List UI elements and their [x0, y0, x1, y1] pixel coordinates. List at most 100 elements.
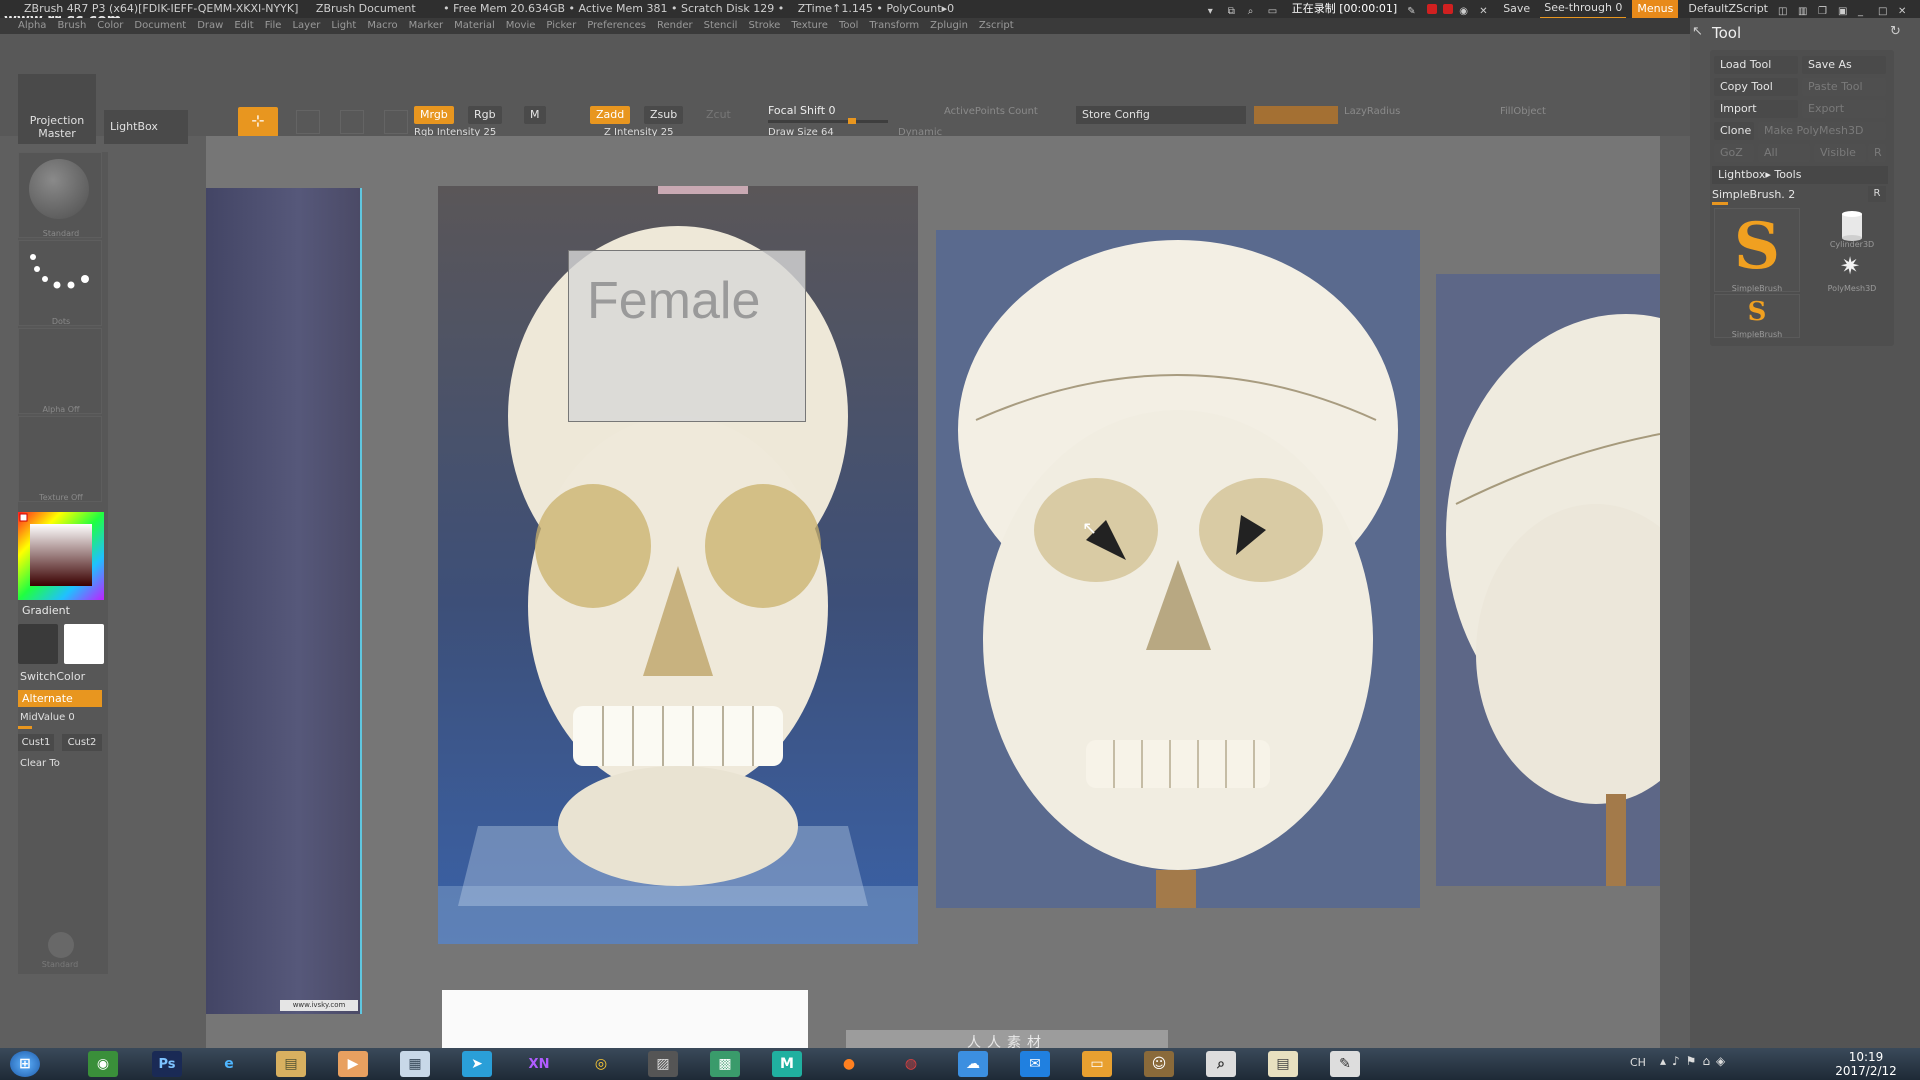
simplebrush-thumb[interactable]: S: [1714, 208, 1800, 292]
zadd-button[interactable]: Zadd: [590, 106, 631, 124]
current-tool-handle[interactable]: [1712, 202, 1728, 205]
photoshop-icon[interactable]: Ps: [152, 1051, 182, 1077]
mrgb-button[interactable]: Mrgb: [414, 106, 454, 124]
menu-movie[interactable]: Movie: [506, 20, 536, 31]
focal-shift-slider[interactable]: Focal Shift 0: [768, 104, 836, 117]
map-icon[interactable]: ▩: [710, 1051, 740, 1077]
browser-green-icon[interactable]: ◉: [88, 1051, 118, 1077]
menu-stencil[interactable]: Stencil: [704, 20, 738, 31]
lightbox-button[interactable]: LightBox: [104, 110, 188, 144]
goz-button[interactable]: GoZ: [1714, 144, 1754, 162]
see-through-slider[interactable]: See-through 0: [1540, 0, 1627, 18]
menu-zscript[interactable]: Zscript: [979, 20, 1014, 31]
chrome2-icon[interactable]: ◍: [896, 1051, 926, 1077]
layout-icon[interactable]: ◫: [1778, 3, 1792, 17]
restore-icon[interactable]: ⧉: [1228, 3, 1242, 17]
lock-icon[interactable]: ▣: [1838, 3, 1852, 17]
clock[interactable]: 10:19 2017/2/12: [1820, 1050, 1912, 1078]
close-recording-icon[interactable]: ✕: [1479, 3, 1493, 17]
folder-icon[interactable]: ▭: [1082, 1051, 1112, 1077]
layout2-icon[interactable]: ▥: [1798, 3, 1812, 17]
cloud-icon[interactable]: ☁: [958, 1051, 988, 1077]
fill-object-button[interactable]: FillObject: [1500, 106, 1546, 117]
alternate-button[interactable]: Alternate: [18, 690, 102, 707]
polymesh3d-star-icon[interactable]: ✷: [1840, 252, 1860, 280]
save-button[interactable]: Save: [1499, 0, 1534, 18]
frame-icon[interactable]: ▭: [1268, 3, 1282, 17]
goz-all-button[interactable]: All: [1758, 144, 1810, 162]
menus-button[interactable]: Menus: [1632, 0, 1679, 18]
projection-master-button[interactable]: Projection Master: [18, 74, 96, 144]
stop-button[interactable]: [1443, 4, 1454, 14]
scale-icon[interactable]: [340, 110, 364, 134]
palette-pin-icon[interactable]: ↖: [1692, 24, 1703, 39]
search-app-icon[interactable]: ⌕: [1206, 1051, 1236, 1077]
import-button[interactable]: Import: [1714, 100, 1798, 118]
alpha-slot[interactable]: Alpha Off: [18, 328, 102, 414]
camera-icon[interactable]: ◉: [1459, 3, 1473, 17]
main-color-swatch[interactable]: [18, 624, 58, 664]
record-button[interactable]: [1427, 4, 1438, 14]
menu-draw[interactable]: Draw: [197, 20, 223, 31]
menu-transform[interactable]: Transform: [869, 20, 919, 31]
menu-material[interactable]: Material: [454, 20, 495, 31]
xnview-icon[interactable]: XN: [524, 1051, 554, 1077]
menu-light[interactable]: Light: [331, 20, 356, 31]
clear-to-button[interactable]: Clear To: [20, 758, 60, 769]
goz-r-button[interactable]: R: [1868, 144, 1886, 162]
focal-shift-track[interactable]: [768, 120, 888, 123]
menu-layer[interactable]: Layer: [292, 20, 320, 31]
m-button[interactable]: M: [524, 106, 546, 124]
lazymouse-button[interactable]: [1254, 106, 1338, 124]
make-polymesh-button[interactable]: Make PolyMesh3D: [1758, 122, 1886, 140]
language-indicator[interactable]: CH: [1630, 1056, 1646, 1069]
bird-icon[interactable]: ✉: [1020, 1051, 1050, 1077]
user-icon[interactable]: ☺: [1144, 1051, 1174, 1077]
m-app-icon[interactable]: M: [772, 1051, 802, 1077]
start-button-icon[interactable]: ⊞: [10, 1051, 40, 1077]
draw-mode-button[interactable]: ⊹: [238, 107, 278, 137]
lightbox-tools-button[interactable]: Lightbox▸ Tools: [1712, 166, 1888, 184]
firefox-icon[interactable]: ●: [834, 1051, 864, 1077]
focal-shift-handle[interactable]: [848, 118, 856, 124]
arrow-app-icon[interactable]: ➤: [462, 1051, 492, 1077]
search-icon[interactable]: ⌕: [1248, 3, 1262, 17]
move-icon[interactable]: [296, 110, 320, 134]
menu-stroke[interactable]: Stroke: [748, 20, 780, 31]
brush-slot[interactable]: Standard: [18, 152, 102, 238]
maximize-icon[interactable]: □: [1878, 3, 1892, 17]
secondary-color-swatch[interactable]: [64, 624, 104, 664]
menu-alpha[interactable]: Alpha: [18, 20, 46, 31]
standard-brush-icon[interactable]: [48, 932, 74, 958]
export-button[interactable]: Export: [1802, 100, 1886, 118]
dropdown-icon[interactable]: ▾: [1208, 3, 1222, 17]
close-icon[interactable]: ✕: [1898, 3, 1912, 17]
paste-tool-button[interactable]: Paste Tool: [1802, 78, 1886, 96]
menu-tool[interactable]: Tool: [839, 20, 858, 31]
tool-palette-title[interactable]: Tool: [1712, 24, 1741, 42]
menu-brush[interactable]: Brush: [57, 20, 86, 31]
menu-document[interactable]: Document: [134, 20, 186, 31]
zbrush-task-icon[interactable]: ▨: [648, 1051, 678, 1077]
load-tool-button[interactable]: Load Tool: [1714, 56, 1798, 74]
menu-preferences[interactable]: Preferences: [587, 20, 646, 31]
minimize-icon[interactable]: _: [1858, 3, 1872, 17]
mid-value-handle[interactable]: [18, 726, 32, 729]
pen-icon[interactable]: ✎: [1407, 3, 1421, 17]
menu-edit[interactable]: Edit: [234, 20, 253, 31]
cust2-button[interactable]: Cust2: [62, 734, 102, 751]
menu-color[interactable]: Color: [97, 20, 123, 31]
ie-icon[interactable]: e: [214, 1051, 244, 1077]
menu-marker[interactable]: Marker: [409, 20, 444, 31]
explorer-icon[interactable]: ▤: [276, 1051, 306, 1077]
system-tray-icons[interactable]: ▴♪⚑⌂◈: [1660, 1054, 1731, 1068]
mid-value-slider[interactable]: MidValue 0: [20, 712, 75, 723]
palette-refresh-icon[interactable]: ↻: [1890, 24, 1901, 39]
zcut-button[interactable]: Zcut: [700, 106, 737, 124]
gradient-label[interactable]: Gradient: [22, 604, 70, 617]
clone-button[interactable]: Clone: [1714, 122, 1754, 140]
cylinder3d-thumb[interactable]: [1828, 208, 1876, 244]
rotate-icon[interactable]: [384, 110, 408, 134]
copy-tool-button[interactable]: Copy Tool: [1714, 78, 1798, 96]
script-selector[interactable]: DefaultZScript: [1684, 0, 1772, 18]
